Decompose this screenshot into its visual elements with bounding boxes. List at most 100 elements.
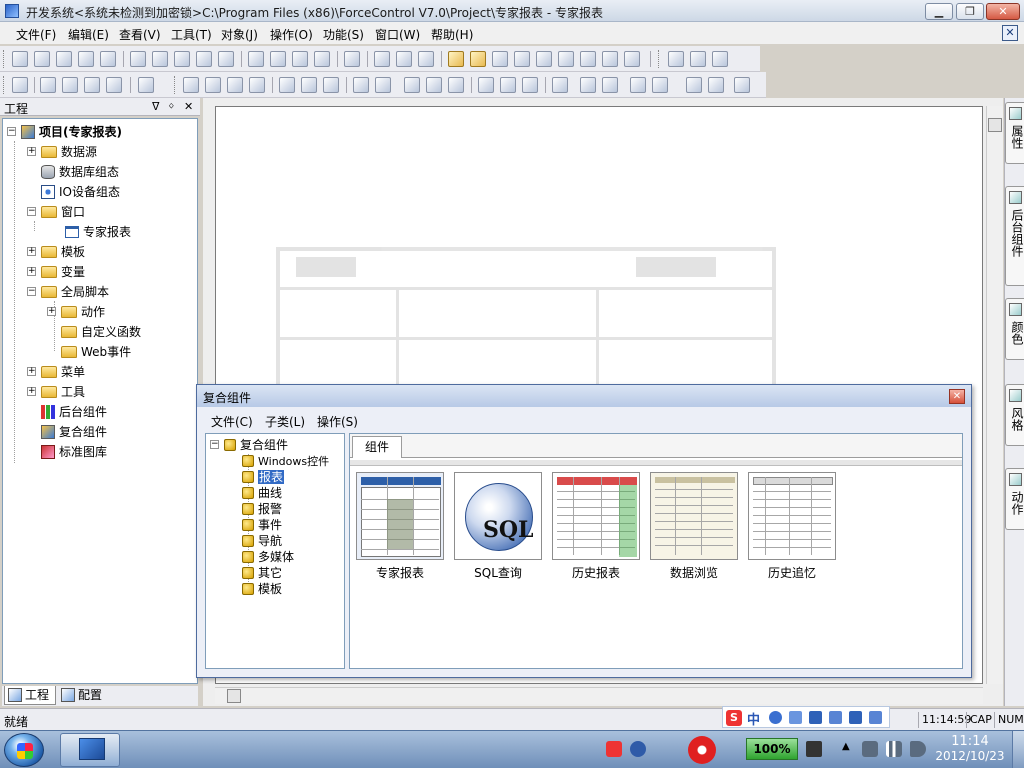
toolbar-grip[interactable] — [3, 50, 6, 68]
run-icon[interactable] — [418, 51, 434, 67]
network-tray-icon[interactable] — [862, 741, 878, 757]
ungroup-icon[interactable] — [602, 77, 618, 93]
align-right-icon[interactable] — [205, 77, 221, 93]
group-icon[interactable] — [580, 77, 596, 93]
volume-tray-icon[interactable] — [910, 741, 926, 757]
dialog-tree-template[interactable]: 模板 — [242, 581, 282, 597]
dialog-tree-windows-controls[interactable]: Windows控件 — [242, 453, 329, 469]
panel-menu-icon[interactable]: ᐁ — [152, 100, 160, 113]
export-icon[interactable] — [292, 51, 308, 67]
dialog-menu-subclass[interactable]: 子类(L) — [265, 413, 305, 430]
space-v-icon[interactable] — [426, 77, 442, 93]
layout-icon[interactable] — [686, 77, 702, 93]
network-icon[interactable] — [558, 51, 574, 67]
toolbar-grip[interactable] — [658, 50, 661, 68]
cut-icon[interactable] — [130, 51, 146, 67]
dock-tab-action[interactable]: 动作 — [1005, 468, 1024, 530]
dock-tab-background[interactable]: 后台组件 — [1005, 186, 1024, 286]
center-v-icon[interactable] — [301, 77, 317, 93]
scroll-thumb[interactable] — [988, 118, 1002, 132]
app-tray-icon[interactable] — [688, 736, 716, 764]
variable-icon[interactable] — [492, 51, 508, 67]
folder-icon[interactable] — [56, 51, 72, 67]
component-category-tree[interactable]: − 复合组件 Windows控件 报表 曲线 报警 事件 导航 多媒体 其它 模… — [205, 433, 345, 669]
grid-icon[interactable] — [448, 51, 464, 67]
same-size-icon[interactable] — [448, 77, 464, 93]
component-history-report[interactable]: 历史报表 — [552, 472, 640, 581]
chart-icon[interactable] — [668, 51, 684, 67]
taskbar-clock[interactable]: 11:14 2012/10/23 — [930, 734, 1010, 766]
signal-tray-icon[interactable] — [886, 741, 902, 757]
front-icon[interactable] — [552, 77, 568, 93]
flip-h-icon[interactable] — [478, 77, 494, 93]
close-button[interactable]: ✕ — [986, 3, 1020, 20]
combine-icon[interactable] — [630, 77, 646, 93]
paste-icon[interactable] — [174, 51, 190, 67]
battery-indicator[interactable]: 100% — [746, 738, 798, 760]
expand-icon[interactable]: + — [27, 267, 36, 276]
properties-icon[interactable] — [138, 77, 154, 93]
tree-node-expert-report[interactable]: 专家报表 — [65, 223, 131, 241]
tree-node-composite-component[interactable]: 复合组件 — [41, 423, 107, 441]
menu-edit[interactable]: 编辑(E) — [68, 26, 109, 43]
ime-toolbar[interactable]: S 中 — [722, 706, 890, 728]
compile-icon[interactable] — [314, 51, 330, 67]
monitor-icon[interactable] — [708, 77, 724, 93]
dialog-tree-other[interactable]: 其它 — [242, 565, 282, 581]
expand-icon[interactable]: + — [27, 367, 36, 376]
tree-node-database[interactable]: 数据库组态 — [41, 163, 119, 181]
dialog-menu-file[interactable]: 文件(C) — [211, 413, 253, 430]
align-top-icon[interactable] — [227, 77, 243, 93]
help-tray-icon[interactable] — [630, 741, 646, 757]
info-icon[interactable] — [536, 51, 552, 67]
start-button[interactable] — [4, 733, 44, 767]
punctuation-icon[interactable] — [789, 711, 802, 724]
flip-v-icon[interactable] — [500, 77, 516, 93]
lock-icon[interactable] — [734, 77, 750, 93]
align-bottom-icon[interactable] — [249, 77, 265, 93]
rotate-icon[interactable] — [522, 77, 538, 93]
dock-tab-style[interactable]: 风格 — [1005, 384, 1024, 446]
ime-mode[interactable]: 中 — [747, 709, 760, 728]
dock-tab-color[interactable]: 颜色 — [1005, 298, 1024, 360]
sogou-tray-icon[interactable] — [606, 741, 622, 757]
component-history-recall[interactable]: 历史追忆 — [748, 472, 836, 581]
collapse-icon[interactable]: − — [210, 440, 219, 449]
tree-node-standard-library[interactable]: 标准图库 — [41, 443, 107, 461]
window-icon[interactable] — [344, 51, 360, 67]
split-icon[interactable] — [652, 77, 668, 93]
menu-file[interactable]: 文件(F) — [16, 26, 56, 43]
keyboard-icon[interactable] — [809, 711, 822, 724]
redo-icon[interactable] — [218, 51, 234, 67]
center-icon[interactable] — [323, 77, 339, 93]
dialog-tree-curve[interactable]: 曲线 — [242, 485, 282, 501]
menu-view[interactable]: 查看(V) — [119, 26, 161, 43]
menu-help[interactable]: 帮助(H) — [431, 26, 473, 43]
replace-icon[interactable] — [396, 51, 412, 67]
open-folder-icon[interactable] — [34, 51, 50, 67]
mdi-close-icon[interactable]: ✕ — [1002, 25, 1018, 41]
scroll-thumb[interactable] — [227, 689, 241, 703]
power-plug-icon[interactable] — [806, 741, 822, 757]
tree-node-background-component[interactable]: 后台组件 — [41, 403, 107, 421]
menu-function[interactable]: 功能(S) — [323, 26, 364, 43]
expand-icon[interactable]: + — [27, 147, 36, 156]
horizontal-scrollbar[interactable] — [215, 687, 983, 704]
space-h-icon[interactable] — [404, 77, 420, 93]
component-icon[interactable] — [712, 51, 728, 67]
collapse-icon[interactable]: − — [7, 127, 16, 136]
dialog-tree-alarm[interactable]: 报警 — [242, 501, 282, 517]
ime-logo-icon[interactable]: S — [726, 710, 742, 726]
component-sql-query[interactable]: SQL SQL查询 — [454, 472, 542, 581]
snap-icon[interactable] — [470, 51, 486, 67]
download-config-icon[interactable] — [12, 77, 28, 93]
new-file-icon[interactable] — [12, 51, 28, 67]
toolbar-grip[interactable] — [3, 76, 6, 94]
globe-icon[interactable] — [84, 77, 100, 93]
toolbar-grip[interactable] — [174, 76, 177, 94]
menu-operation[interactable]: 操作(O) — [270, 26, 313, 43]
center-h-icon[interactable] — [279, 77, 295, 93]
save-all-icon[interactable] — [100, 51, 116, 67]
dialog-tree-navigation[interactable]: 导航 — [242, 533, 282, 549]
panel-close-icon[interactable]: ✕ — [184, 100, 193, 113]
